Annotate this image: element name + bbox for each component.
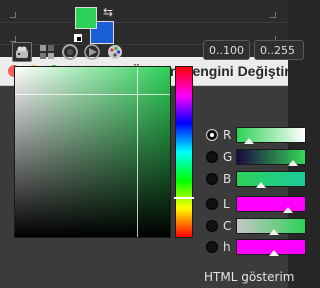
channel-slider[interactable] [236, 171, 306, 188]
hue-marker[interactable] [174, 197, 194, 199]
channel-label: B [223, 172, 232, 186]
channel-radio[interactable] [206, 151, 218, 163]
channel-label: R [223, 128, 232, 142]
slider-handle[interactable] [287, 160, 298, 166]
tool-group-indicator [10, 12, 16, 18]
slider-handle[interactable] [269, 250, 280, 256]
channel-slider[interactable] [236, 127, 306, 144]
channel-label: G [223, 150, 233, 164]
palette-icon [108, 45, 122, 59]
channel-radio[interactable] [206, 220, 218, 232]
channel-slider[interactable] [236, 149, 306, 166]
foreground-color-swatch[interactable] [75, 7, 97, 29]
tab-gimp-selector[interactable] [12, 42, 32, 62]
channel-radio[interactable] [206, 129, 218, 141]
html-notation-label: HTML gösterim [204, 270, 295, 284]
triangle-icon [84, 44, 100, 60]
channel-slider[interactable] [236, 196, 306, 213]
slider-handle[interactable] [269, 229, 280, 235]
tab-cmyk-selector[interactable] [37, 42, 57, 62]
gimp-mascot-icon [16, 46, 28, 58]
swap-colors-icon[interactable]: ⇆ [103, 6, 113, 18]
slider-handle[interactable] [283, 207, 293, 213]
color-picker-crosshair-vertical [137, 67, 138, 237]
range-0-255-button[interactable]: 0..255 [254, 40, 304, 60]
channel-radio[interactable] [206, 241, 218, 253]
tab-triangle-selector[interactable] [82, 42, 102, 62]
tab-watercolor-selector[interactable] [105, 42, 125, 62]
toolbox-divider [0, 22, 288, 23]
hue-strip[interactable] [174, 66, 194, 238]
slider-handle[interactable] [244, 138, 255, 144]
channel-label: C [223, 219, 232, 233]
channel-radio[interactable] [206, 173, 218, 185]
channel-slider[interactable] [236, 218, 306, 235]
tool-group-indicator [270, 12, 276, 18]
slider-handle[interactable] [255, 182, 266, 188]
channel-label: L [223, 197, 230, 211]
saturation-value-area[interactable] [14, 66, 171, 238]
channel-label: h [223, 240, 231, 254]
range-0-100-button[interactable]: 0..100 [203, 40, 250, 60]
channel-slider[interactable] [236, 239, 306, 256]
tab-wheel-selector[interactable] [60, 42, 80, 62]
color-wheel-icon [62, 44, 78, 60]
cmyk-icon [40, 45, 54, 59]
channel-radio[interactable] [206, 198, 218, 210]
color-picker-crosshair-horizontal [15, 94, 170, 95]
